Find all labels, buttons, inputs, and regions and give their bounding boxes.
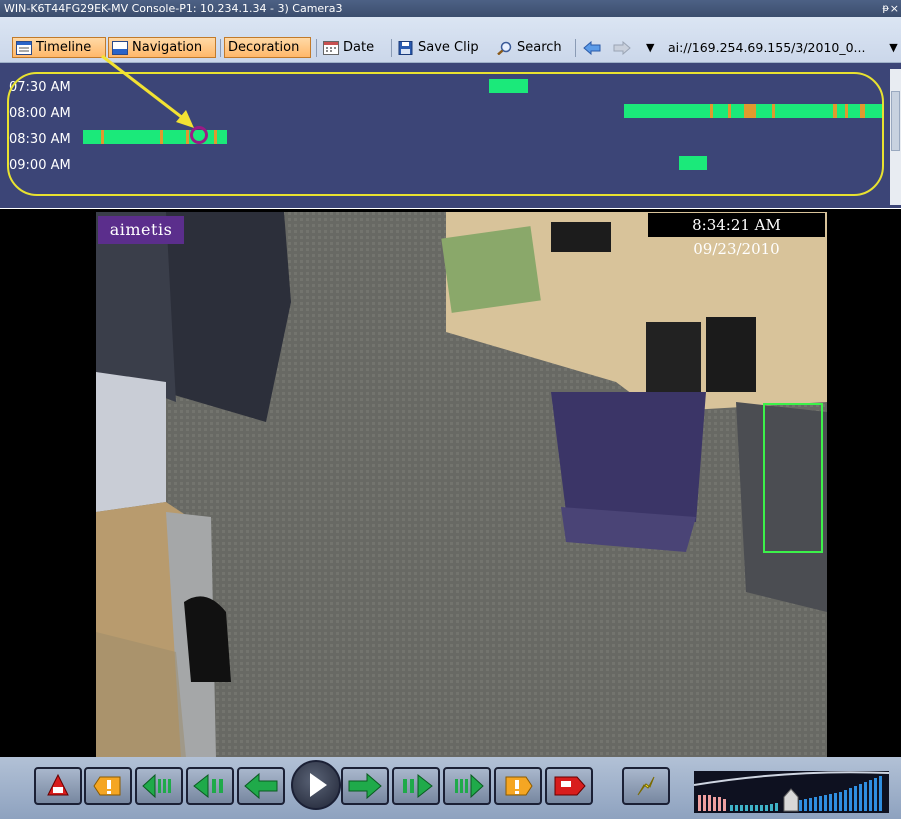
- date-button-label: Date: [343, 40, 375, 55]
- search-button-label: Search: [517, 40, 562, 55]
- red-bell-down-icon: [554, 776, 586, 796]
- play-icon: [310, 773, 327, 797]
- decoration-button-label: Decoration: [228, 40, 300, 55]
- rewind-button[interactable]: [237, 767, 285, 805]
- annotation-arrow-icon: [101, 54, 194, 128]
- orange-exclamation-right-icon: [505, 776, 533, 796]
- floppy-disk-icon: [398, 40, 414, 55]
- playback-speed-slider[interactable]: [693, 771, 890, 813]
- live-button[interactable]: [622, 767, 670, 805]
- address-dropdown-button[interactable]: ▼: [886, 38, 901, 58]
- scrollbar-thumb[interactable]: [891, 91, 900, 151]
- next-frame-button[interactable]: [392, 767, 440, 805]
- forward-nav-button[interactable]: [610, 37, 634, 58]
- red-bell-up-icon: [47, 773, 69, 796]
- orange-exclamation-left-icon: [93, 776, 121, 796]
- green-arrow-left-bars-icon: [142, 773, 171, 799]
- prev-event-button[interactable]: [84, 767, 132, 805]
- forward-arrow-icon: [613, 40, 631, 55]
- timeline-button-label: Timeline: [36, 40, 92, 55]
- history-dropdown[interactable]: ▼: [643, 37, 661, 58]
- next-event-button[interactable]: [494, 767, 542, 805]
- toolbar-separator: [575, 39, 576, 57]
- video-timestamp: 8:34:21 AM 09/23/2010: [648, 213, 825, 258]
- last-alarm-button[interactable]: [545, 767, 593, 805]
- timeline-scrollbar[interactable]: [890, 69, 901, 205]
- date-button[interactable]: Date: [320, 37, 386, 58]
- search-button[interactable]: Search: [494, 37, 570, 58]
- green-arrow-left-icon: [244, 772, 278, 800]
- first-alarm-button[interactable]: [34, 767, 82, 805]
- back-button[interactable]: [580, 37, 604, 58]
- window-title-bar: WIN-K6T44FG29EK-MV Console-P1: 10.234.1.…: [0, 0, 901, 17]
- aimetis-logo: aimetis: [98, 216, 184, 244]
- toolbar-separator: [316, 39, 317, 57]
- lightning-icon: [637, 776, 655, 796]
- green-arrow-right-bar-icon: [403, 773, 433, 799]
- window-title: WIN-K6T44FG29EK-MV Console-P1: 10.234.1.…: [4, 2, 343, 15]
- address-field[interactable]: ai://169.254.69.155/3/2010_0...: [668, 38, 884, 58]
- camera-image[interactable]: [96, 212, 827, 758]
- close-icon[interactable]: ×: [890, 0, 899, 17]
- back-arrow-icon: [583, 40, 601, 55]
- forward-button[interactable]: [341, 767, 389, 805]
- next-frame-fast-button[interactable]: [443, 767, 491, 805]
- save-clip-button[interactable]: Save Clip: [395, 37, 487, 58]
- search-icon: [497, 41, 513, 55]
- green-arrow-right-bars-icon: [455, 773, 484, 799]
- timeline-icon: [16, 40, 32, 55]
- toolbar-separator: [391, 39, 392, 57]
- calendar-icon: [323, 40, 339, 55]
- save-clip-button-label: Save Clip: [418, 40, 479, 55]
- play-button[interactable]: [291, 760, 341, 810]
- toolbar-separator: [220, 39, 221, 57]
- prev-frame-fast-button[interactable]: [135, 767, 183, 805]
- decoration-button[interactable]: Decoration: [224, 37, 311, 58]
- pin-icon[interactable]: ᵽ: [882, 0, 889, 17]
- playback-controls: [0, 757, 901, 819]
- prev-frame-button[interactable]: [186, 767, 234, 805]
- green-arrow-left-bar-icon: [193, 773, 223, 799]
- green-arrow-right-icon: [348, 772, 382, 800]
- motion-detection-box: [763, 403, 823, 553]
